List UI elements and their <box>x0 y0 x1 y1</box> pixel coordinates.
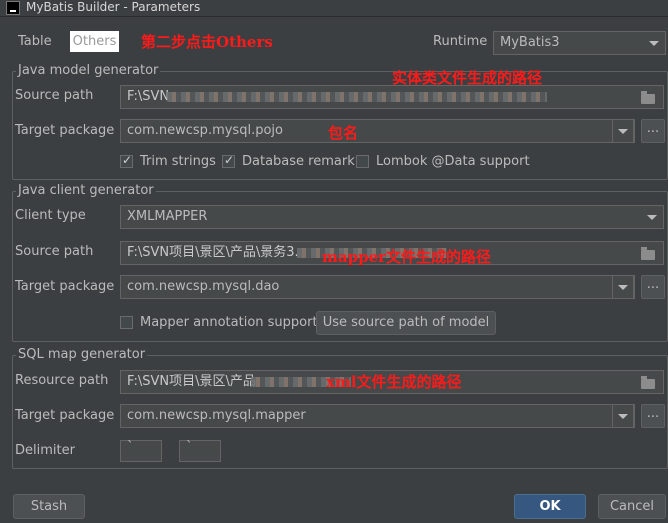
title-divider <box>0 16 668 17</box>
model-target-package-value: com.newcsp.mysql.pojo <box>127 123 283 138</box>
lombok-label: Lombok @Data support <box>376 154 530 169</box>
model-source-path-value: F:\SVN <box>127 89 170 104</box>
tab-table[interactable]: Table <box>18 31 52 52</box>
app-icon <box>6 1 20 15</box>
client-source-path-label: Source path <box>15 244 94 259</box>
chevron-down-icon <box>618 414 628 419</box>
delimiter-label: Delimiter <box>15 443 75 458</box>
java-client-title: Java client generator <box>16 183 156 198</box>
resource-path-label: Resource path <box>15 373 109 388</box>
sql-map-title: SQL map generator <box>16 347 148 362</box>
java-model-title: Java model generator <box>16 63 161 78</box>
trim-strings-label: Trim strings <box>140 154 216 169</box>
ok-button[interactable]: OK <box>514 494 586 519</box>
model-target-package-label: Target package <box>15 123 115 138</box>
runtime-label: Runtime <box>433 34 488 49</box>
client-target-package-field[interactable]: com.newcsp.mysql.dao <box>120 275 635 299</box>
annotation-click-others: 第二步点击Others <box>141 33 273 51</box>
use-source-path-button[interactable]: Use source path of model <box>316 311 496 335</box>
folder-icon[interactable] <box>641 247 655 260</box>
folder-icon[interactable] <box>641 376 655 389</box>
model-target-package-field[interactable]: com.newcsp.mysql.pojo <box>120 119 635 143</box>
database-remark-checkbox[interactable] <box>222 153 235 168</box>
chevron-down-icon <box>618 129 628 134</box>
client-source-path-value: F:\SVN项目\景区\产品\景务3. <box>127 245 299 260</box>
runtime-select[interactable]: MyBatis3 <box>493 31 666 55</box>
model-package-browse-button[interactable]: ... <box>641 119 665 143</box>
sql-target-package-field[interactable]: com.newcsp.mysql.mapper <box>120 404 635 428</box>
mapper-annotation-checkbox[interactable] <box>120 316 133 329</box>
delimiter-open-field[interactable]: ` <box>120 440 162 462</box>
redacted-path <box>167 92 547 102</box>
model-source-path-label: Source path <box>15 88 94 103</box>
trim-strings-checkbox[interactable] <box>120 153 133 168</box>
client-type-label: Client type <box>15 208 86 223</box>
client-target-package-value: com.newcsp.mysql.dao <box>127 279 280 294</box>
runtime-value: MyBatis3 <box>500 35 560 50</box>
lombok-checkbox[interactable] <box>356 155 369 168</box>
stash-button[interactable]: Stash <box>13 494 85 519</box>
annotation-package-name: 包名 <box>328 124 359 142</box>
model-package-dropdown[interactable] <box>612 119 634 143</box>
annotation-mapper-path: mapper文件生成的路径 <box>322 248 492 266</box>
client-target-package-label: Target package <box>15 279 115 294</box>
sql-package-dropdown[interactable] <box>612 404 634 428</box>
chevron-down-icon <box>647 215 657 220</box>
sql-package-browse-button[interactable]: ... <box>641 404 665 428</box>
resource-path-value: F:\SVN项目\景区\产品 <box>127 374 256 389</box>
mapper-annotation-label: Mapper annotation support <box>140 315 318 330</box>
folder-icon[interactable] <box>641 91 655 104</box>
sql-target-package-value: com.newcsp.mysql.mapper <box>127 408 306 423</box>
database-remark-label: Database remark <box>242 154 355 169</box>
cancel-button[interactable]: Cancel <box>598 494 666 519</box>
window-title: MyBatis Builder - Parameters <box>26 0 201 14</box>
tab-others[interactable]: Others <box>70 31 119 52</box>
delimiter-close-field[interactable]: ` <box>179 440 221 462</box>
chevron-down-icon <box>649 41 659 46</box>
model-source-path-field[interactable]: F:\SVN <box>120 85 664 109</box>
annotation-xml-path: xml文件生成的路径 <box>326 373 462 391</box>
client-package-browse-button[interactable]: ... <box>641 275 665 299</box>
client-type-value: XMLMAPPER <box>127 209 208 224</box>
client-type-select[interactable]: XMLMAPPER <box>120 205 664 229</box>
chevron-down-icon <box>618 285 628 290</box>
client-package-dropdown[interactable] <box>612 275 634 299</box>
sql-target-package-label: Target package <box>15 408 115 423</box>
